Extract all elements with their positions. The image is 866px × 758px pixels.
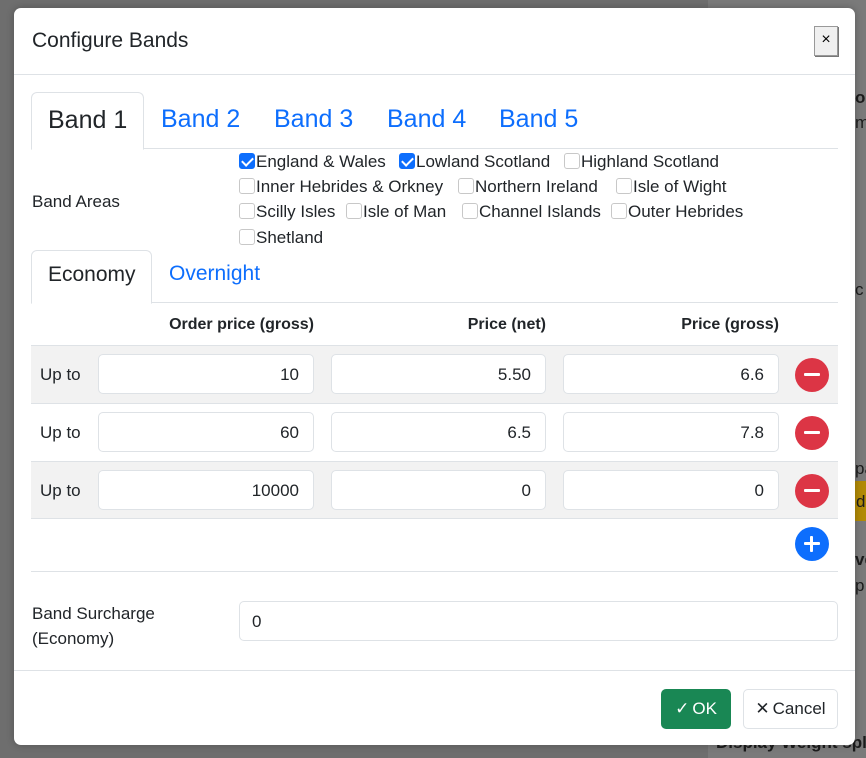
ok-button[interactable]: ✓ OK [661, 689, 731, 729]
table-row: Up to 10 5.50 6.6 [31, 345, 838, 403]
background-text: pa [855, 459, 866, 478]
checkbox[interactable] [239, 178, 255, 194]
close-button[interactable]: × [814, 26, 838, 56]
x-icon: ✕ [755, 699, 770, 718]
area-channel-islands[interactable]: Channel Islands [462, 202, 601, 222]
row-prefix: Up to [40, 365, 81, 384]
area-england-wales[interactable]: England & Wales [239, 152, 386, 172]
background-text: ve [855, 550, 866, 569]
add-row-button[interactable] [795, 527, 829, 561]
tab-band-4[interactable]: Band 4 [371, 92, 482, 149]
band-surcharge-label: Band Surcharge (Economy) [32, 604, 155, 648]
checkbox[interactable] [458, 178, 474, 194]
area-isle-of-wight[interactable]: Isle of Wight [616, 177, 727, 197]
modal-header: Configure Bands × [14, 8, 855, 75]
footer-divider [14, 670, 855, 671]
checkbox[interactable] [346, 203, 362, 219]
band-surcharge-input[interactable]: 0 [239, 601, 838, 641]
order-price-input[interactable]: 60 [98, 412, 314, 452]
price-gross-input[interactable]: 7.8 [563, 412, 779, 452]
band-areas-label: Band Areas [32, 192, 120, 211]
area-inner-hebrides-orkney[interactable]: Inner Hebrides & Orkney [239, 177, 443, 197]
background-text: p [855, 576, 865, 595]
order-price-input[interactable]: 10000 [98, 470, 314, 510]
header-price-gross: Price (gross) [681, 316, 779, 333]
area-shetland[interactable]: Shetland [239, 228, 323, 248]
area-outer-hebrides[interactable]: Outer Hebrides [611, 202, 743, 222]
price-net-input[interactable]: 0 [331, 470, 546, 510]
checkbox[interactable] [239, 229, 255, 245]
band-tabs: Band 1 Band 2 Band 3 Band 4 Band 5 [31, 92, 838, 150]
checkbox[interactable] [564, 153, 580, 169]
price-gross-input[interactable]: 6.6 [563, 354, 779, 394]
background-text: d [856, 492, 866, 511]
configure-bands-dialog: Configure Bands × Band 1 Band 2 Band 3 B… [14, 8, 855, 745]
price-net-input[interactable]: 5.50 [331, 354, 546, 394]
background-text: m [855, 113, 866, 132]
area-isle-of-man[interactable]: Isle of Man [346, 202, 446, 222]
tab-band-2[interactable]: Band 2 [145, 92, 256, 149]
tab-economy[interactable]: Economy [31, 250, 152, 304]
tab-overnight[interactable]: Overnight [153, 250, 276, 303]
checkbox[interactable] [239, 203, 255, 219]
remove-row-button[interactable] [795, 416, 829, 450]
service-tabs: Economy Overnight [31, 250, 838, 304]
checkbox[interactable] [239, 153, 255, 169]
price-net-input[interactable]: 6.5 [331, 412, 546, 452]
table-bottom-border [31, 518, 838, 519]
tab-band-1[interactable]: Band 1 [31, 92, 144, 150]
row-prefix: Up to [40, 481, 81, 500]
header-order-price: Order price (gross) [169, 316, 314, 333]
section-divider [31, 571, 838, 572]
checkbox[interactable] [399, 153, 415, 169]
modal-title: Configure Bands [32, 29, 189, 52]
row-prefix: Up to [40, 423, 81, 442]
background-text: c [855, 280, 864, 299]
tab-band-3[interactable]: Band 3 [258, 92, 369, 149]
checkbox[interactable] [462, 203, 478, 219]
area-northern-ireland[interactable]: Northern Ireland [458, 177, 598, 197]
area-scilly-isles[interactable]: Scilly Isles [239, 202, 335, 222]
tab-band-5[interactable]: Band 5 [483, 92, 594, 149]
checkbox[interactable] [611, 203, 627, 219]
table-row: Up to 10000 0 0 [31, 461, 838, 519]
area-highland-scotland[interactable]: Highland Scotland [564, 152, 719, 172]
background-text: o [855, 88, 866, 107]
remove-row-button[interactable] [795, 474, 829, 508]
remove-row-button[interactable] [795, 358, 829, 392]
area-lowland-scotland[interactable]: Lowland Scotland [399, 152, 550, 172]
order-price-input[interactable]: 10 [98, 354, 314, 394]
table-row: Up to 60 6.5 7.8 [31, 403, 838, 461]
cancel-button[interactable]: ✕ Cancel [743, 689, 838, 729]
price-gross-input[interactable]: 0 [563, 470, 779, 510]
check-icon: ✓ [675, 699, 690, 718]
checkbox[interactable] [616, 178, 632, 194]
header-price-net: Price (net) [467, 316, 546, 333]
